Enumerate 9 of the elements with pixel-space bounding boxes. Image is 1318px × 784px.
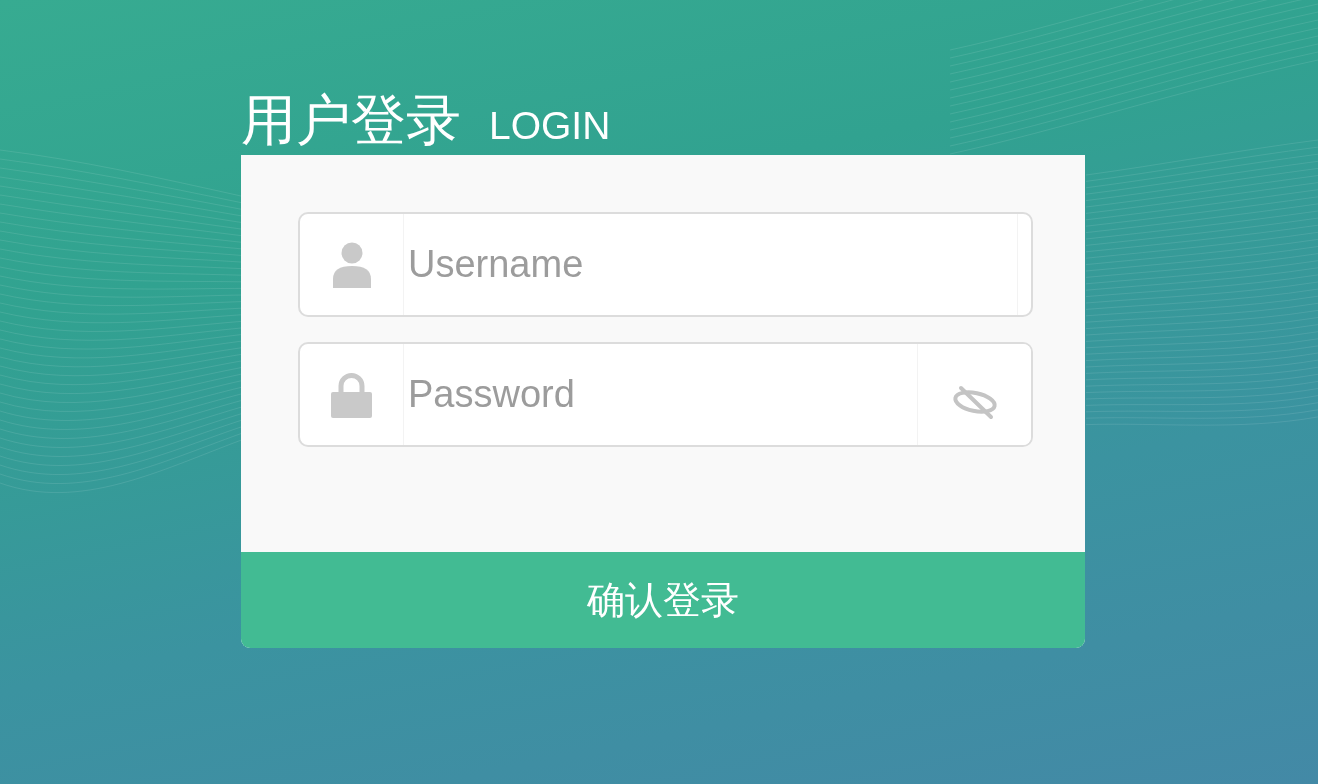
login-button[interactable]: 确认登录 (241, 552, 1085, 648)
person-icon (331, 241, 372, 288)
login-title: 用户登录 (241, 90, 461, 150)
username-input[interactable]: Username (403, 214, 1018, 315)
lock-icon (331, 371, 372, 418)
password-visibility-toggle[interactable] (917, 344, 1031, 445)
username-field[interactable]: Username (298, 212, 1033, 317)
login-subtitle: LOGIN (489, 104, 611, 148)
password-field[interactable]: Password (298, 342, 1033, 447)
